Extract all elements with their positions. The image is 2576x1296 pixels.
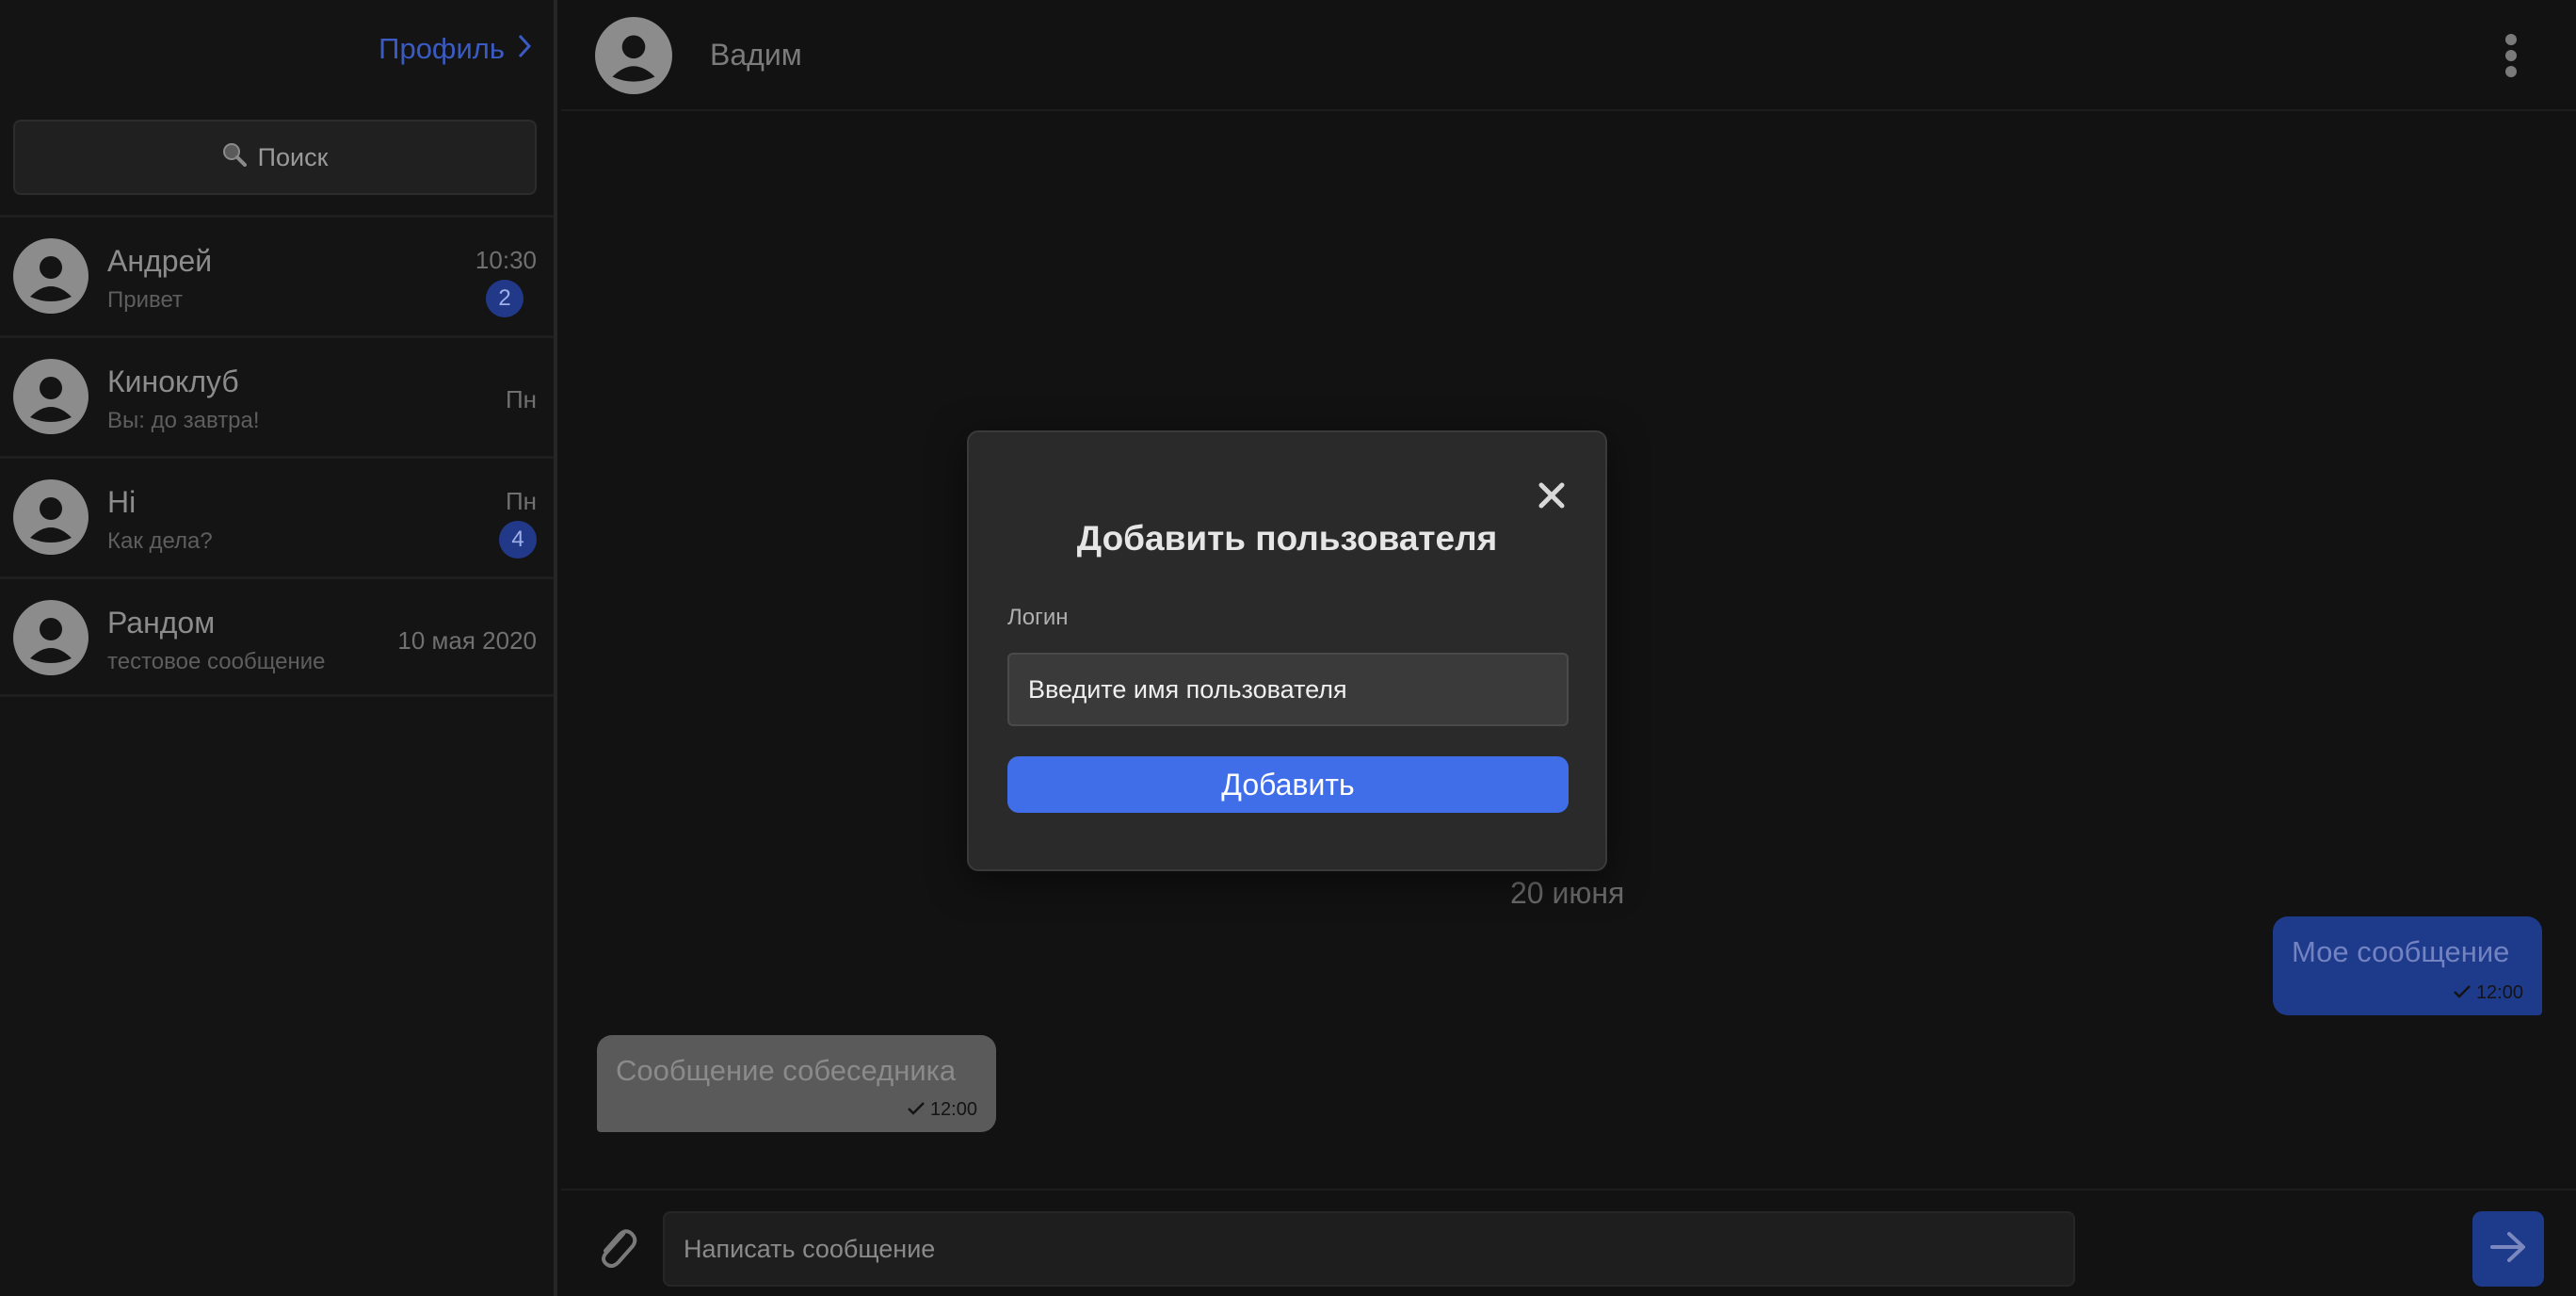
user-avatar-icon[interactable] <box>595 17 672 99</box>
login-input[interactable] <box>1007 653 1569 726</box>
user-avatar-icon <box>13 600 89 680</box>
message-time: 12:00 <box>929 1099 977 1120</box>
search-placeholder: Поиск <box>257 142 329 171</box>
chat-preview: Привет <box>107 287 184 313</box>
message-incoming[interactable]: Сообщение собеседника 12:00 <box>597 1035 996 1132</box>
chat-time: 10 мая 2020 <box>397 626 537 655</box>
arrow-right-icon <box>2489 1231 2527 1268</box>
chat-header: Вадим <box>561 0 2576 111</box>
user-avatar-icon <box>13 238 89 318</box>
date-separator: 20 июня <box>1510 876 1625 910</box>
message-text: Мое сообщение <box>2292 935 2510 968</box>
message-outgoing[interactable]: Мое сообщение 12:00 <box>2273 916 2542 1015</box>
paperclip-icon[interactable] <box>595 1224 638 1274</box>
unread-badge: 2 <box>486 280 523 317</box>
profile-link[interactable]: Профиль <box>378 32 532 66</box>
messenger-app: Профиль Поиск Андрей Привет 10:30 2 Кино… <box>0 0 2576 1296</box>
chat-name: Рандом <box>107 606 216 640</box>
message-meta: 12:00 <box>908 1099 977 1121</box>
chat-item-kinoklub[interactable]: Киноклуб Вы: до завтра! Пн <box>0 335 554 456</box>
modal-title: Добавить пользователя <box>1076 519 1498 558</box>
chat-time: 10:30 <box>475 246 537 274</box>
checkmark-icon <box>908 1099 925 1121</box>
contact-name: Вадим <box>710 38 802 72</box>
chat-name: Киноклуб <box>107 364 239 398</box>
message-time: 12:00 <box>2475 982 2523 1003</box>
chat-name: Hi <box>107 485 137 519</box>
add-user-button[interactable]: Добавить <box>1007 756 1569 813</box>
search-input[interactable]: Поиск <box>13 120 537 195</box>
chat-time: Пн <box>505 385 537 413</box>
sidebar: Профиль Поиск Андрей Привет 10:30 2 Кино… <box>0 0 557 1296</box>
send-button[interactable] <box>2472 1211 2544 1287</box>
message-input[interactable] <box>663 1211 2075 1287</box>
chat-item-andrey[interactable]: Андрей Привет 10:30 2 <box>0 215 554 335</box>
chat-list: Андрей Привет 10:30 2 Киноклуб Вы: до за… <box>0 215 554 697</box>
login-label: Логин <box>1007 605 1069 630</box>
chat-preview: Как дела? <box>107 528 213 554</box>
chat-item-hi[interactable]: Hi Как дела? Пн 4 <box>0 456 554 576</box>
chat-item-random[interactable]: Рандом тестовое сообщение 10 мая 2020 <box>0 576 554 697</box>
kebab-menu-icon[interactable] <box>2504 34 2518 77</box>
user-avatar-icon <box>13 359 89 439</box>
message-composer <box>561 1189 2576 1296</box>
chat-name: Андрей <box>107 244 213 278</box>
message-text: Сообщение собеседника <box>616 1054 957 1087</box>
profile-link-label: Профиль <box>378 32 505 65</box>
chat-preview: тестовое сообщение <box>107 649 326 674</box>
message-meta: 12:00 <box>2454 982 2523 1004</box>
chat-preview: Вы: до завтра! <box>107 408 260 433</box>
unread-badge: 4 <box>499 521 537 559</box>
checkmark-icon <box>2454 982 2471 1004</box>
user-avatar-icon <box>13 479 89 559</box>
chat-time: Пн <box>505 487 537 515</box>
close-icon[interactable] <box>1538 481 1566 514</box>
add-user-modal: Добавить пользователя Логин Добавить <box>967 430 1607 871</box>
magnifier-icon <box>222 142 247 173</box>
chevron-right-icon <box>518 32 532 66</box>
